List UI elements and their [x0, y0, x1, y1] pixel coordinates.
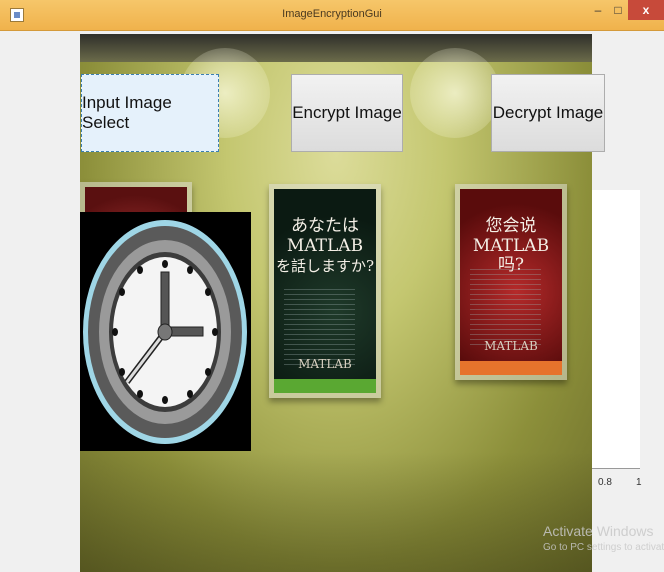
close-button[interactable]: x	[628, 0, 664, 20]
clock-icon	[80, 212, 251, 451]
poster-jp-footer: MATLAB	[298, 357, 352, 371]
encrypt-image-button[interactable]: Encrypt Image	[291, 74, 403, 152]
poster-fine-print	[470, 269, 542, 349]
poster-frame-chinese: 您会说 MATLAB吗? MATLAB	[455, 184, 567, 380]
minimize-button[interactable]: –	[588, 0, 608, 20]
title-bar: ImageEncryptionGui – □ x	[0, 0, 664, 31]
input-image-select-button[interactable]: Input Image Select	[81, 74, 219, 152]
maximize-button[interactable]: □	[608, 0, 628, 20]
poster-jp-line1: あなたは	[291, 216, 359, 236]
decrypt-image-button[interactable]: Decrypt Image	[491, 74, 605, 152]
poster-japanese: あなたは MATLAB を話しますか? MATLAB	[274, 189, 376, 393]
poster-cn-line1: 您会说	[485, 216, 537, 236]
poster-cn-band	[460, 361, 562, 375]
poster-jp-band	[274, 379, 376, 393]
spotlight	[410, 48, 500, 138]
activate-windows-subtitle: Go to PC settings to activate W	[543, 542, 664, 553]
ceiling	[80, 34, 592, 62]
floor-shade	[80, 452, 592, 572]
poster-jp-line2: MATLAB	[286, 236, 364, 256]
x-tick-label: 0.8	[598, 477, 612, 488]
poster-frame-japanese: あなたは MATLAB を話しますか? MATLAB	[269, 184, 381, 398]
plot-axes[interactable]	[592, 190, 640, 469]
activate-windows-title: Activate Windows	[543, 523, 654, 539]
poster-jp-line3: を話しますか?	[275, 257, 375, 275]
window-title: ImageEncryptionGui	[282, 8, 382, 20]
poster-cn-footer: MATLAB	[484, 339, 538, 353]
x-tick-label: 1	[636, 477, 642, 488]
poster-chinese: 您会说 MATLAB吗? MATLAB	[460, 189, 562, 375]
clock-image	[80, 212, 251, 451]
